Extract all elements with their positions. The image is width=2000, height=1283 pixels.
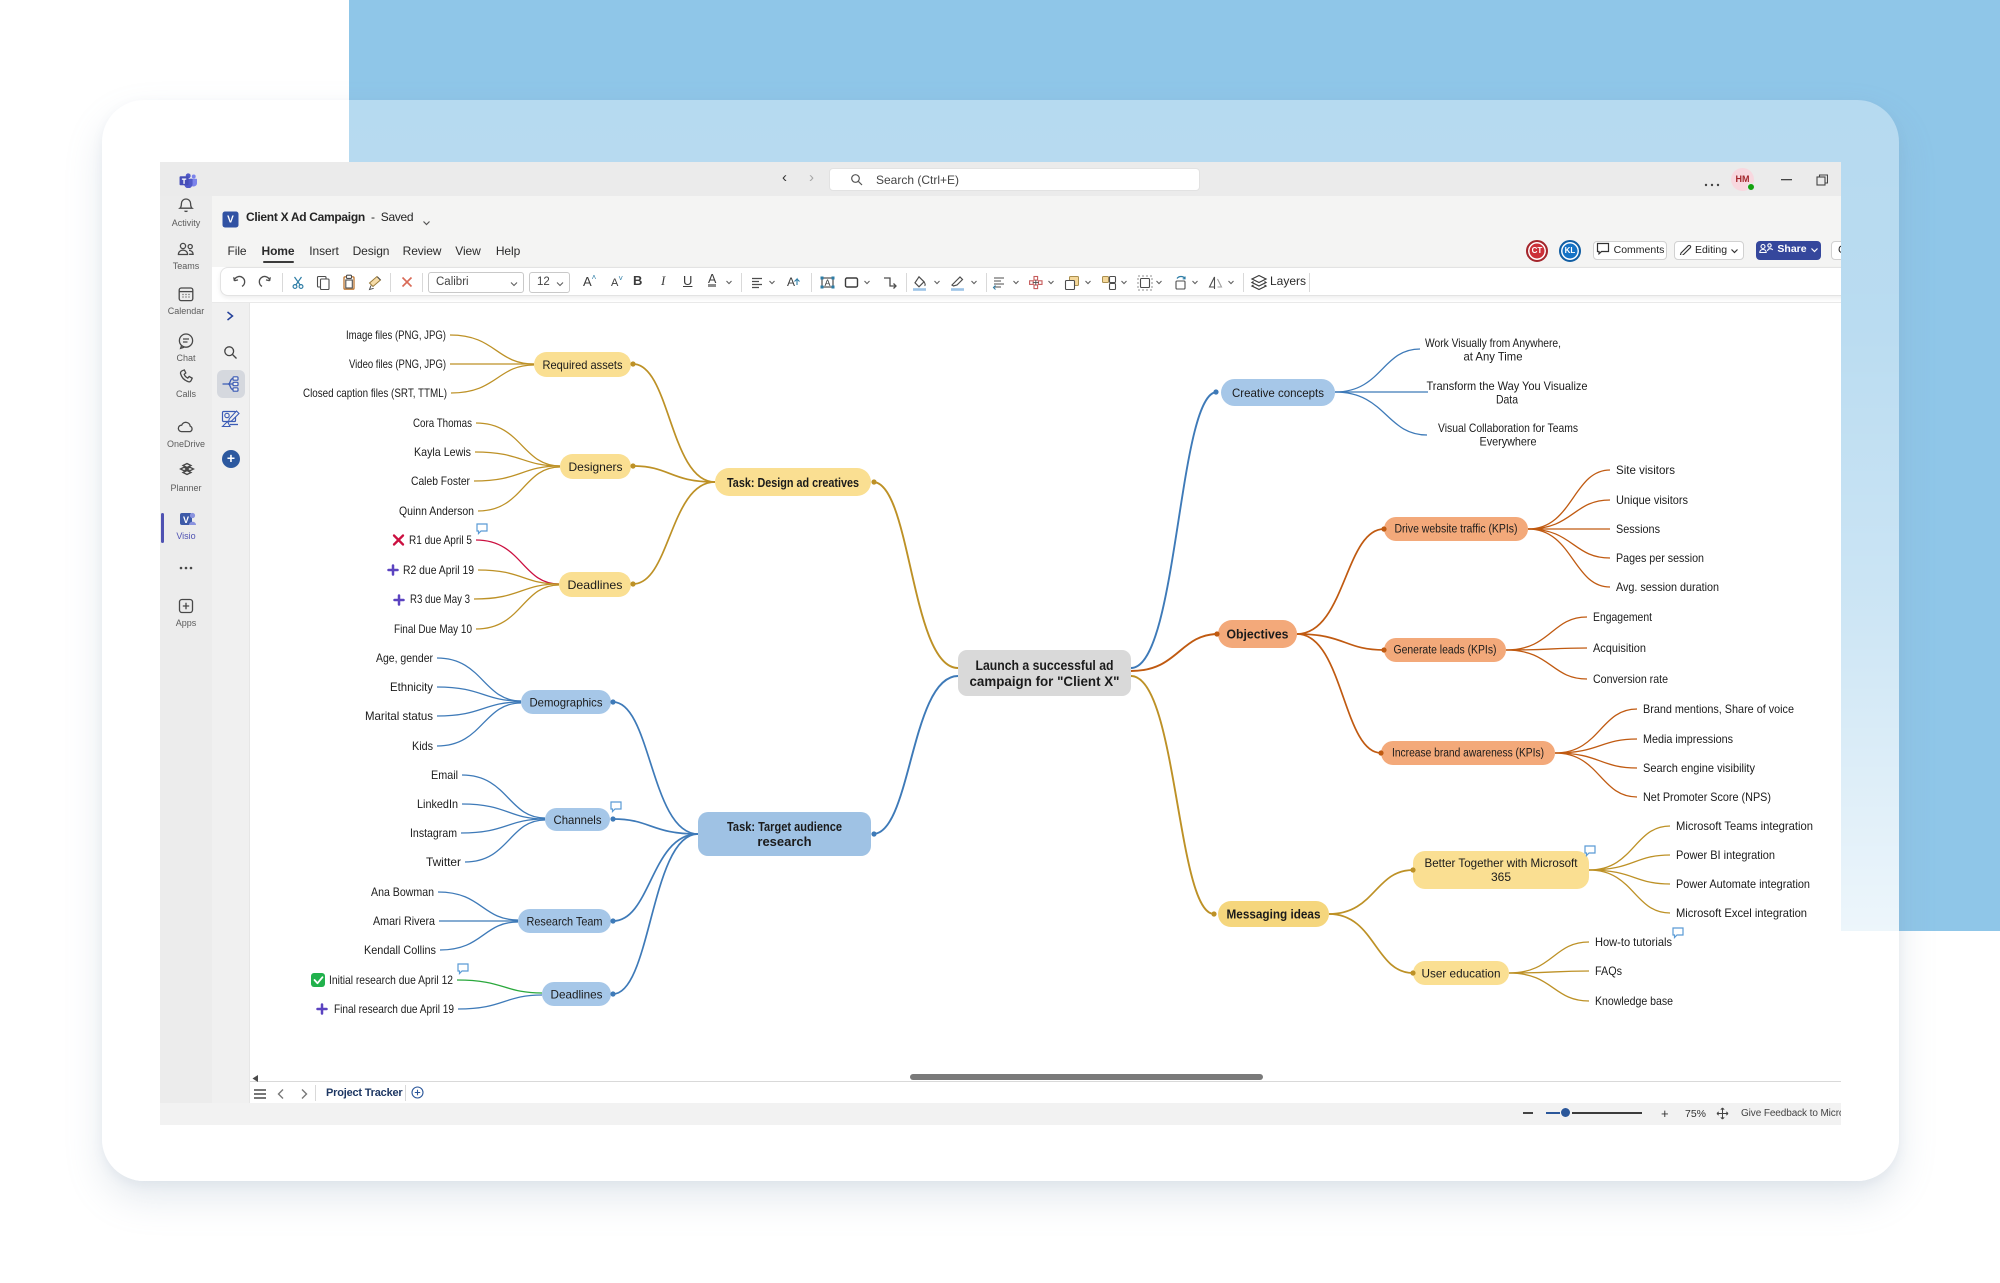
svg-text:Data: Data (1496, 393, 1518, 407)
svg-text:Sessions: Sessions (1616, 522, 1660, 536)
svg-text:Transform the Way You Visualiz: Transform the Way You Visualize (1427, 379, 1588, 393)
svg-text:Acquisition: Acquisition (1593, 641, 1646, 655)
svg-text:Caleb Foster: Caleb Foster (411, 474, 470, 488)
svg-text:Better Together with Microsoft: Better Together with Microsoft (1425, 856, 1579, 870)
svg-text:Objectives: Objectives (1227, 628, 1289, 642)
svg-text:Brand mentions, Share of voice: Brand mentions, Share of voice (1643, 702, 1794, 716)
svg-text:R1 due April 5: R1 due April 5 (409, 533, 472, 547)
svg-text:Pages per session: Pages per session (1616, 551, 1704, 565)
svg-text:Media impressions: Media impressions (1643, 732, 1733, 746)
svg-text:Cora Thomas: Cora Thomas (413, 416, 472, 430)
svg-text:Video files (PNG, JPG): Video files (PNG, JPG) (349, 357, 446, 371)
svg-text:Instagram: Instagram (410, 826, 457, 840)
svg-text:research: research (757, 834, 811, 849)
svg-text:A: A (787, 275, 795, 289)
svg-text:Site visitors: Site visitors (1616, 463, 1675, 477)
svg-text:Power BI integration: Power BI integration (1676, 848, 1775, 862)
svg-text:Conversion rate: Conversion rate (1593, 672, 1668, 686)
svg-text:Research Team: Research Team (527, 915, 603, 929)
svg-text:Demographics: Demographics (530, 696, 603, 710)
svg-text:Age, gender: Age, gender (376, 651, 433, 665)
svg-text:Net Promoter Score (NPS): Net Promoter Score (NPS) (1643, 790, 1771, 804)
svg-text:Marital status: Marital status (365, 709, 433, 723)
svg-text:V: V (227, 215, 234, 226)
svg-text:365: 365 (1491, 870, 1511, 884)
svg-text:Work Visually from Anywhere,: Work Visually from Anywhere, (1425, 336, 1561, 350)
svg-text:Final Due May 10: Final Due May 10 (394, 622, 472, 636)
svg-text:Channels: Channels (554, 813, 602, 827)
svg-text:Power Automate integration: Power Automate integration (1676, 877, 1810, 891)
svg-text:FAQs: FAQs (1595, 964, 1622, 978)
svg-text:Task: Design ad creatives: Task: Design ad creatives (727, 475, 859, 490)
svg-text:Designers: Designers (569, 460, 623, 474)
svg-text:Microsoft Teams integration: Microsoft Teams integration (1676, 819, 1813, 833)
svg-text:Unique visitors: Unique visitors (1616, 493, 1688, 507)
svg-text:R3 due May 3: R3 due May 3 (410, 592, 470, 606)
svg-text:Search engine visibility: Search engine visibility (1643, 761, 1755, 775)
svg-text:V: V (183, 515, 189, 525)
svg-text:Image files (PNG, JPG): Image files (PNG, JPG) (346, 328, 446, 342)
svg-text:Ethnicity: Ethnicity (390, 680, 433, 694)
svg-text:Deadlines: Deadlines (568, 578, 623, 592)
svg-text:Final research due April 19: Final research due April 19 (334, 1002, 454, 1016)
svg-text:Messaging ideas: Messaging ideas (1227, 908, 1321, 922)
svg-text:Quinn Anderson: Quinn Anderson (399, 504, 474, 518)
svg-text:Kids: Kids (412, 739, 433, 753)
svg-text:Launch a successful ad: Launch a successful ad (976, 657, 1114, 673)
svg-text:Visual Collaboration for Teams: Visual Collaboration for Teams (1438, 421, 1578, 435)
svg-text:Everywhere: Everywhere (1480, 435, 1537, 449)
svg-text:Knowledge base: Knowledge base (1595, 994, 1673, 1008)
svg-text:Closed caption files (SRT, TTM: Closed caption files (SRT, TTML) (303, 386, 447, 400)
svg-text:Amari Rivera: Amari Rivera (373, 914, 435, 928)
svg-text:LinkedIn: LinkedIn (417, 797, 458, 811)
svg-text:Twitter: Twitter (426, 855, 461, 869)
svg-text:A: A (824, 278, 830, 288)
svg-text:Microsoft Excel integration: Microsoft Excel integration (1676, 906, 1807, 920)
svg-text:Required assets: Required assets (543, 358, 623, 372)
svg-text:Task: Target audience: Task: Target audience (727, 819, 842, 834)
svg-text:Kendall Collins: Kendall Collins (364, 943, 436, 957)
svg-text:How-to tutorials: How-to tutorials (1595, 935, 1672, 949)
svg-text:Initial research due April 12: Initial research due April 12 (329, 973, 453, 987)
svg-text:campaign for "Client X": campaign for "Client X" (970, 673, 1120, 689)
svg-text:Email: Email (431, 768, 458, 782)
svg-text:User education: User education (1422, 967, 1501, 981)
svg-text:Deadlines: Deadlines (551, 988, 603, 1002)
svg-text:Increase brand awareness (KPIs: Increase brand awareness (KPIs) (1392, 748, 1544, 760)
svg-text:Engagement: Engagement (1593, 610, 1653, 624)
svg-text:R2 due April 19: R2 due April 19 (403, 563, 474, 577)
svg-text:Generate leads (KPIs): Generate leads (KPIs) (1394, 645, 1497, 657)
svg-text:Ana Bowman: Ana Bowman (371, 885, 434, 899)
svg-text:at Any Time: at Any Time (1464, 350, 1523, 364)
svg-text:Kayla Lewis: Kayla Lewis (414, 445, 471, 459)
svg-text:Drive website traffic (KPIs): Drive website traffic (KPIs) (1395, 524, 1518, 536)
svg-text:Avg. session duration: Avg. session duration (1616, 580, 1719, 594)
svg-text:Creative concepts: Creative concepts (1232, 386, 1324, 400)
